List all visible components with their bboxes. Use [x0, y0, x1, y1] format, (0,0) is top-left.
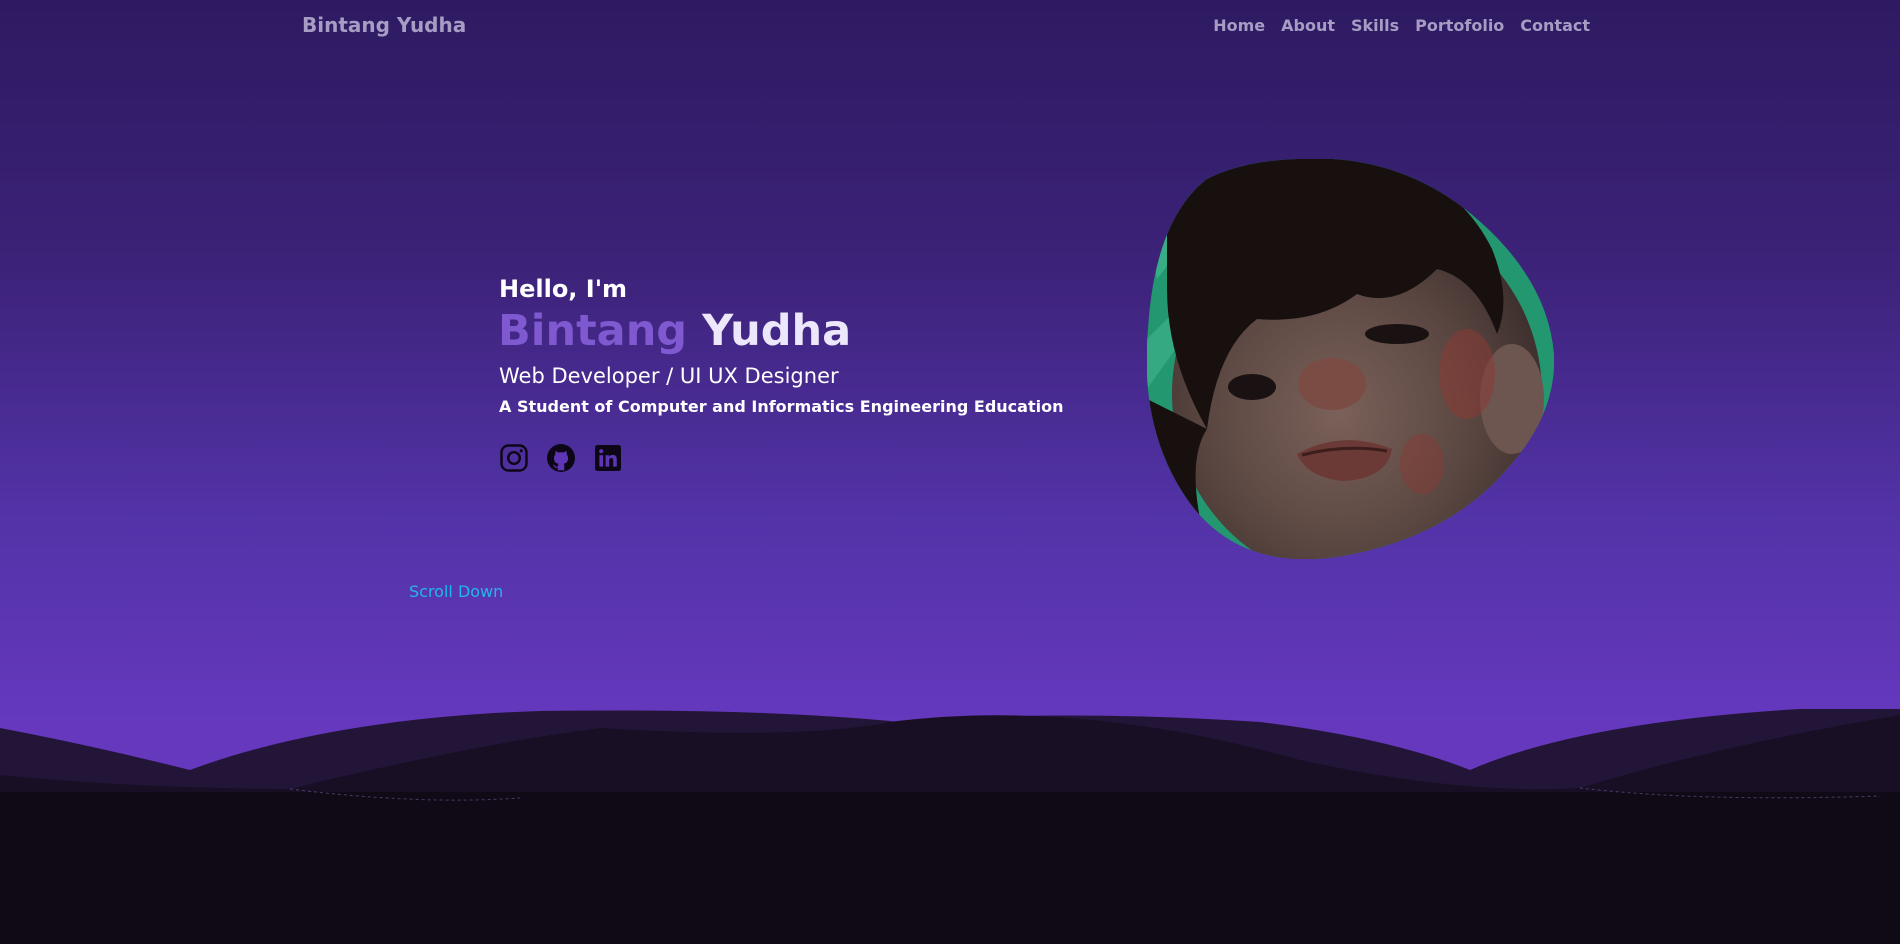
nav-link-home[interactable]: Home — [1213, 16, 1265, 35]
instagram-icon[interactable] — [499, 443, 529, 473]
profile-photo — [1147, 159, 1554, 559]
hero-subtitle: A Student of Computer and Informatics En… — [499, 397, 1064, 416]
hero-name-first: Bintang — [498, 306, 688, 356]
linkedin-icon[interactable] — [593, 443, 623, 473]
social-links — [499, 443, 623, 473]
decorative-waves — [0, 709, 1900, 944]
scroll-down-link[interactable]: Scroll Down — [409, 582, 503, 601]
hero-name: Bintang Yudha — [498, 306, 851, 356]
nav-link-about[interactable]: About — [1281, 16, 1335, 35]
hero-role: Web Developer / UI UX Designer — [499, 364, 839, 388]
main-nav: Home About Skills Portofolio Contact — [1213, 16, 1590, 35]
nav-link-skills[interactable]: Skills — [1351, 16, 1399, 35]
nav-link-portofolio[interactable]: Portofolio — [1415, 16, 1504, 35]
hero-section: Bintang Yudha Home About Skills Portofol… — [0, 0, 1900, 944]
hero-name-last: Yudha — [702, 306, 852, 356]
hero-greeting: Hello, I'm — [499, 275, 628, 303]
nav-link-contact[interactable]: Contact — [1520, 16, 1590, 35]
github-icon[interactable] — [546, 443, 576, 473]
brand-logo[interactable]: Bintang Yudha — [302, 13, 466, 37]
